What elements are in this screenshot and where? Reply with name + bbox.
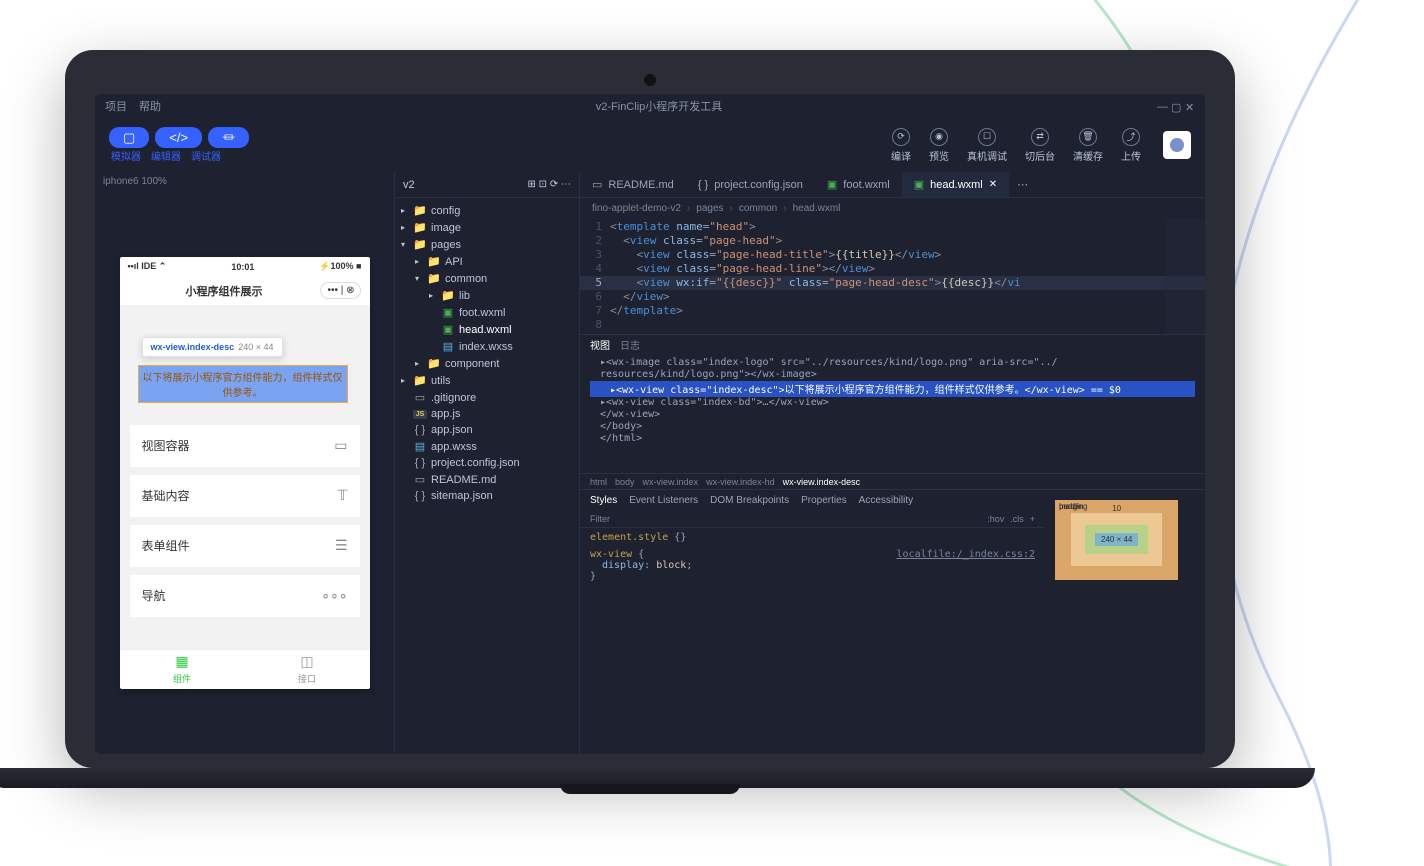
dom-crumb[interactable]: wx-view.index (643, 477, 699, 487)
action-切后台[interactable]: ⇄切后台 (1025, 128, 1055, 163)
tabbar-item[interactable]: ▦组件 (120, 650, 245, 689)
list-item[interactable]: 视图容器▭ (130, 425, 360, 467)
phone-preview[interactable]: ••ıl IDE ⌃ 10:01 ⚡100% ■ 小程序组件展示 ••• | ⊗ (120, 257, 370, 689)
inspect-highlight: 以下将展示小程序官方组件能力，组件样式仅供参考。 (138, 365, 348, 403)
tree-node[interactable]: ▾📁common (395, 270, 579, 287)
tree-node[interactable]: ▤app.wxss (395, 438, 579, 455)
action-上传[interactable]: ⤴上传 (1121, 128, 1141, 163)
inspect-tooltip: wx-view.index-desc240 × 44 (142, 337, 283, 357)
devtools: 视图 日志 ▸<wx-image class="index-logo" src=… (580, 334, 1205, 645)
styles-tab[interactable]: Properties (801, 495, 847, 506)
laptop-frame: 项目 帮助 v2-FinClip小程序开发工具 —▢✕ ▢ </> ⏛ (65, 50, 1235, 794)
action-清缓存[interactable]: 🗑清缓存 (1073, 128, 1103, 163)
mode-editor-button[interactable]: </> (155, 127, 202, 148)
tree-node[interactable]: { }app.json (395, 422, 579, 438)
list-item[interactable]: 导航∘∘∘ (130, 575, 360, 617)
mode-simulator-button[interactable]: ▢ (109, 127, 149, 148)
tree-node[interactable]: ▸📁component (395, 355, 579, 372)
devtools-tab-log[interactable]: 日志 (620, 337, 640, 352)
action-预览[interactable]: ◉预览 (929, 128, 949, 163)
styles-tab[interactable]: DOM Breakpoints (710, 495, 789, 506)
capsule-menu[interactable]: ••• | ⊗ (320, 282, 361, 299)
tree-node[interactable]: { }project.config.json (395, 455, 579, 471)
tree-node[interactable]: ▾📁pages (395, 236, 579, 253)
file-explorer: v2 ⊞ ⊡ ⟳ ⋯ ▸📁config▸📁image▾📁pages▸📁API▾📁… (395, 172, 580, 754)
tabs-more[interactable]: ⋯ (1009, 178, 1036, 191)
breadcrumb-item[interactable]: head.wxml (793, 203, 841, 214)
minimap[interactable] (1165, 218, 1205, 334)
editor-tab[interactable]: ▣foot.wxml (815, 172, 902, 197)
action-编译[interactable]: ⟳编译 (891, 128, 911, 163)
menu-project[interactable]: 项目 (105, 98, 127, 114)
breadcrumb-item[interactable]: fino-applet-demo-v2 (592, 203, 681, 214)
breadcrumb-item[interactable]: pages (696, 203, 723, 214)
tree-node[interactable]: ▭.gitignore (395, 389, 579, 406)
action-buttons: ⟳编译 ◉预览 ☐真机调试 ⇄切后台 🗑清缓存 ⤴上传 (891, 128, 1141, 163)
tree-node[interactable]: ▸📁config (395, 202, 579, 219)
editor-panel: ▭README.md{ }project.config.json▣foot.wx… (580, 172, 1205, 754)
window-controls[interactable]: —▢✕ (1157, 101, 1195, 111)
dom-crumb[interactable]: wx-view.index-desc (783, 477, 861, 487)
editor-tab[interactable]: { }project.config.json (686, 172, 815, 197)
tree-node[interactable]: ▤index.wxss (395, 338, 579, 355)
tree-node[interactable]: ▭README.md (395, 471, 579, 488)
tree-node[interactable]: ▣head.wxml (395, 321, 579, 338)
styles-tab[interactable]: Event Listeners (629, 495, 698, 506)
tree-node[interactable]: { }sitemap.json (395, 488, 579, 504)
breadcrumb-item[interactable]: common (739, 203, 777, 214)
elements-panel[interactable]: ▸<wx-image class="index-logo" src="../re… (580, 353, 1205, 473)
dom-crumb[interactable]: html (590, 477, 607, 487)
action-真机调试[interactable]: ☐真机调试 (967, 128, 1007, 163)
tree-node[interactable]: ▸📁lib (395, 287, 579, 304)
code-editor[interactable]: 1<template name="head">2 <view class="pa… (580, 218, 1205, 334)
editor-tab[interactable]: ▣head.wxml✕ (902, 172, 1009, 197)
tabbar-item[interactable]: ◫接口 (245, 650, 370, 689)
app-title: 小程序组件展示 (185, 283, 262, 299)
list-item[interactable]: 基础内容𝕋 (130, 475, 360, 517)
dom-crumb[interactable]: body (615, 477, 635, 487)
devtools-tab-view[interactable]: 视图 (590, 337, 610, 352)
ide-screen: 项目 帮助 v2-FinClip小程序开发工具 —▢✕ ▢ </> ⏛ (95, 94, 1205, 754)
list-item[interactable]: 表单组件☰ (130, 525, 360, 567)
styles-tab[interactable]: Accessibility (859, 495, 913, 506)
styles-body[interactable]: element.style {}</span><span class="css-… (580, 528, 1045, 645)
dom-crumb[interactable]: wx-view.index-hd (706, 477, 775, 487)
toolbar: ▢ </> ⏛ 模拟器 编辑器 调试器 ⟳编译◉预览☐真机调试⇄切后台🗑清缓存⤴… (95, 118, 1205, 172)
device-label[interactable]: iphone6 100% (95, 172, 394, 191)
simulator-panel: iphone6 100% ••ıl IDE ⌃ 10:01 ⚡100% ■ 小程… (95, 172, 395, 754)
tree-node[interactable]: ▸📁image (395, 219, 579, 236)
explorer-root[interactable]: v2 (403, 179, 415, 191)
tree-node[interactable]: ▣foot.wxml (395, 304, 579, 321)
editor-tab[interactable]: ▭README.md (580, 172, 686, 197)
tree-node[interactable]: ▸📁API (395, 253, 579, 270)
styles-tab[interactable]: Styles (590, 495, 617, 506)
tree-node[interactable]: JSapp.js (395, 406, 579, 422)
tree-node[interactable]: ▸📁utils (395, 372, 579, 389)
menu-help[interactable]: 帮助 (139, 98, 161, 114)
box-model: margin 10 border padding 240 × 44 (1045, 490, 1205, 645)
menubar: 项目 帮助 v2-FinClip小程序开发工具 —▢✕ (95, 94, 1205, 118)
mode-debugger-button[interactable]: ⏛ (208, 127, 249, 148)
styles-filter[interactable]: Filter (590, 514, 610, 524)
window-title: v2-FinClip小程序开发工具 (596, 98, 723, 114)
avatar[interactable] (1163, 131, 1191, 159)
